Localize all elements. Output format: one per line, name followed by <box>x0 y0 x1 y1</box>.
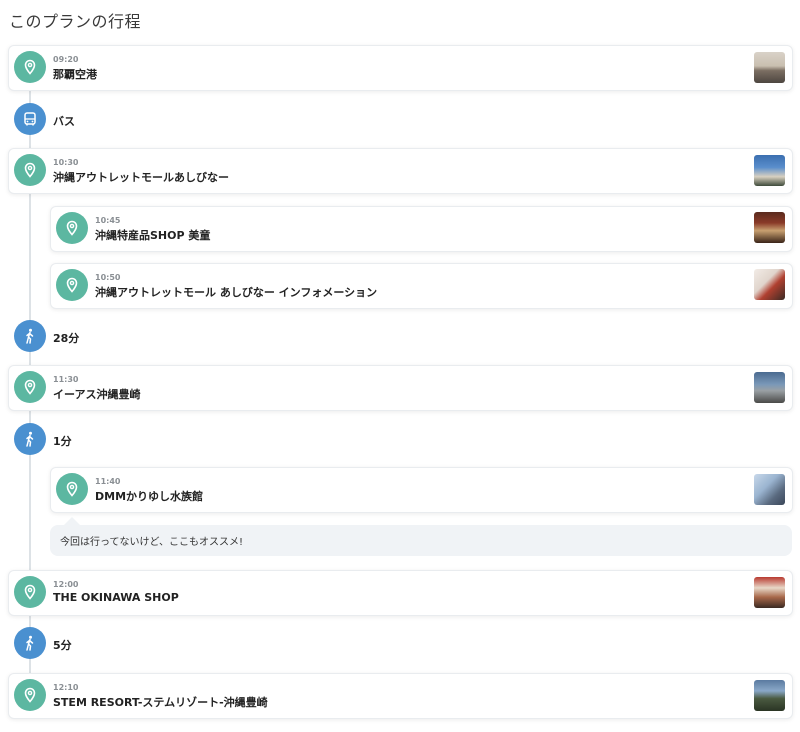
stop-time: 09:20 <box>53 55 79 64</box>
transit-label: 5分 <box>53 639 72 652</box>
stop-thumbnail[interactable] <box>754 372 785 403</box>
stop-thumbnail[interactable] <box>754 269 785 300</box>
stop-thumbnail[interactable] <box>754 474 785 505</box>
stop-thumbnail[interactable] <box>754 212 785 243</box>
stop-name[interactable]: 沖縄アウトレットモール あしびなー インフォメーション <box>95 284 377 300</box>
stop-time: 12:10 <box>53 683 79 692</box>
stop-name[interactable]: イーアス沖縄豊崎 <box>53 386 141 402</box>
stop-time: 11:30 <box>53 375 79 384</box>
location-pin-icon <box>56 212 88 244</box>
stop-card[interactable] <box>8 45 793 91</box>
walk-icon <box>14 320 46 352</box>
stop-name[interactable]: STEM RESORT-ステムリゾート-沖縄豊崎 <box>53 694 268 710</box>
stop-time: 10:45 <box>95 216 121 225</box>
transit-label: 28分 <box>53 332 80 345</box>
location-pin-icon <box>14 576 46 608</box>
location-pin-icon <box>14 371 46 403</box>
stop-name[interactable]: 沖縄特産品SHOP 美童 <box>95 227 210 243</box>
stop-thumbnail[interactable] <box>754 577 785 608</box>
bus-icon <box>14 103 46 135</box>
stop-thumbnail[interactable] <box>754 155 785 186</box>
stop-time: 12:00 <box>53 580 79 589</box>
transit-label: バス <box>53 115 75 128</box>
section-title: このプランの行程 <box>9 12 142 31</box>
stop-name[interactable]: DMMかりゆし水族館 <box>95 488 203 504</box>
memo-tail <box>64 517 80 525</box>
transit-label: 1分 <box>53 435 72 448</box>
location-pin-icon <box>14 154 46 186</box>
location-pin-icon <box>14 679 46 711</box>
stop-time: 11:40 <box>95 477 121 486</box>
walk-icon <box>14 627 46 659</box>
memo-text: 今回は行ってないけど、ここもオススメ! <box>60 537 244 548</box>
stop-thumbnail[interactable] <box>754 52 785 83</box>
location-pin-icon <box>56 473 88 505</box>
stop-thumbnail[interactable] <box>754 680 785 711</box>
location-pin-icon <box>56 269 88 301</box>
stop-time: 10:50 <box>95 273 121 282</box>
stop-name[interactable]: 那覇空港 <box>53 66 97 82</box>
walk-icon <box>14 423 46 455</box>
location-pin-icon <box>14 51 46 83</box>
stop-time: 10:30 <box>53 158 79 167</box>
stop-name[interactable]: 沖縄アウトレットモールあしびなー <box>53 169 229 185</box>
memo-note: 今回は行ってないけど、ここもオススメ! <box>50 525 792 556</box>
stop-name[interactable]: THE OKINAWA SHOP <box>53 591 179 604</box>
